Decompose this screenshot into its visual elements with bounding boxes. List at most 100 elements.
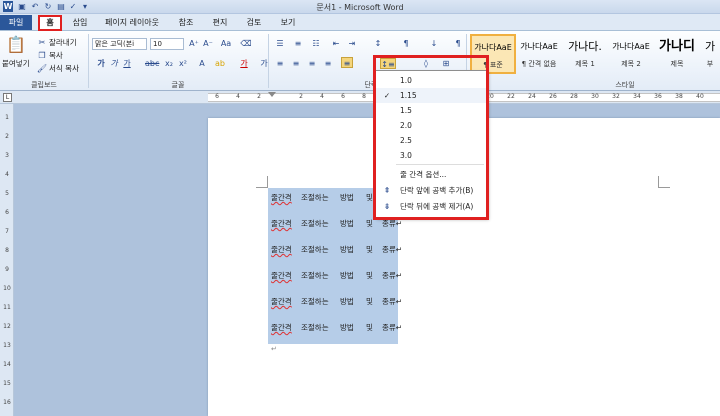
tab-references[interactable]: 참조 [172, 15, 200, 30]
ruler-tick: 2 [299, 93, 303, 100]
tab-file[interactable]: 파일 [0, 15, 32, 30]
tab-mailings[interactable]: 편지 [206, 15, 234, 30]
decrease-indent-icon[interactable]: ⇤ [330, 38, 342, 49]
margin-corner [658, 176, 670, 188]
align-right-icon[interactable]: ≡ [306, 58, 318, 69]
word: 줄간격 [271, 323, 292, 332]
bold-icon[interactable]: 가 [95, 58, 107, 69]
ruler-tick: 16 [3, 399, 11, 406]
ruler-tick: 6 [5, 209, 9, 216]
word: 조절하는 [301, 193, 329, 202]
font-size-select[interactable]: 10 [150, 38, 184, 50]
word: 종류↵ [382, 271, 403, 280]
sort-asc-icon[interactable]: ↓ [428, 38, 440, 49]
tab-page-layout[interactable]: 페이지 레이아웃 [100, 15, 164, 30]
redo-icon[interactable]: ↻ [43, 1, 53, 12]
ruler-tick: 22 [507, 93, 515, 100]
word: 및 [366, 219, 373, 228]
increase-indent-icon[interactable]: ⇥ [346, 38, 358, 49]
ruler-tick: 11 [3, 304, 11, 311]
customize-icon[interactable]: ▾ [80, 1, 90, 12]
word: 및 [366, 297, 373, 306]
highlight-icon[interactable]: ab [214, 58, 226, 69]
pilcrow-icon[interactable]: ¶ [452, 38, 464, 49]
grow-font-icon[interactable]: A⁺ [188, 38, 200, 49]
vertical-ruler[interactable]: 1 2 3 4 5 6 7 8 9 10 11 12 13 14 15 16 [0, 104, 14, 416]
justify-icon[interactable]: ≡ [322, 58, 334, 69]
ruler-tick: 15 [3, 380, 11, 387]
ruler-tick: 4 [236, 93, 240, 100]
word: 줄간격 [271, 219, 292, 228]
word: 및 [366, 245, 373, 254]
subscript-icon[interactable]: x₂ [163, 58, 175, 69]
tab-review[interactable]: 검토 [240, 15, 268, 30]
ruler-tick: 4 [5, 171, 9, 178]
style-subtitle[interactable]: 가부 [700, 34, 720, 74]
word: 및 [366, 323, 373, 332]
sort-icon[interactable]: ↕ [372, 38, 384, 49]
font-color-icon[interactable]: 가 [238, 58, 250, 69]
paste-button[interactable]: 붙여넣기 [2, 58, 30, 69]
superscript-icon[interactable]: x² [177, 58, 189, 69]
style-no-spacing[interactable]: 가나다AaE ¶ 간격 없음 [516, 34, 562, 74]
styles-group-label: 스타일 [615, 81, 635, 89]
word: 방법 [340, 323, 354, 332]
change-case-icon[interactable]: Aa [220, 38, 232, 49]
word-icon[interactable]: W [3, 1, 13, 12]
ruler-tick: 6 [215, 93, 219, 100]
bullets-icon[interactable]: ☰ [274, 38, 286, 49]
group-divider [88, 34, 89, 88]
ruler-tick: 1 [5, 114, 9, 121]
italic-icon[interactable]: 가 [108, 58, 120, 69]
cut-button[interactable]: 잘라내기 [49, 37, 77, 48]
clipboard-group-label: 클립보드 [31, 81, 57, 89]
shrink-font-icon[interactable]: A⁻ [202, 38, 214, 49]
style-heading-1[interactable]: 가나다. 제목 1 [562, 34, 608, 74]
window-title: 문서1 - Microsoft Word [316, 3, 404, 12]
undo-icon[interactable]: ↶ [30, 1, 40, 12]
word: 및 [366, 193, 373, 202]
first-indent-marker[interactable] [268, 92, 276, 98]
format-painter-button[interactable]: 서식 복사 [49, 63, 79, 74]
cut-icon: ✂ [38, 38, 46, 47]
tab-view[interactable]: 보기 [274, 15, 302, 30]
copy-button[interactable]: 복사 [49, 50, 63, 61]
word: 및 [366, 271, 373, 280]
tab-insert[interactable]: 삽입 [66, 15, 94, 30]
strikethrough-icon[interactable]: abc [145, 58, 159, 69]
tab-home[interactable]: 홈 [38, 15, 62, 31]
ruler-tick: 3 [5, 152, 9, 159]
ruler-tick: 38 [675, 93, 683, 100]
end-paragraph-mark: ↵ [271, 345, 277, 353]
word: 줄간격 [271, 271, 292, 280]
multilevel-list-icon[interactable]: ☷ [310, 38, 322, 49]
ruler-tick: 2 [5, 133, 9, 140]
margin-corner [256, 176, 268, 188]
word: 방법 [340, 219, 354, 228]
word: 조절하는 [301, 245, 329, 254]
align-center-icon[interactable]: ≡ [290, 58, 302, 69]
format-painter-icon: 🖌 [36, 64, 48, 73]
numbering-icon[interactable]: ≡ [292, 38, 304, 49]
ruler-tick: 14 [3, 361, 11, 368]
save-icon[interactable]: ▣ [17, 1, 27, 12]
word: 조절하는 [301, 297, 329, 306]
font-name-select[interactable]: 맑은 고딕(본ⅰ [92, 38, 147, 50]
distribute-icon[interactable]: ≡ [341, 57, 353, 68]
underline-icon[interactable]: 가 [121, 58, 133, 69]
style-title[interactable]: 가나디 제목 [654, 34, 700, 74]
word: 조절하는 [301, 219, 329, 228]
tab-selector-icon[interactable]: L [3, 93, 12, 102]
highlight-box [373, 55, 489, 220]
clear-format-icon[interactable]: ⌫ [240, 38, 252, 49]
align-left-icon[interactable]: ≡ [274, 58, 286, 69]
ruler-tick: 5 [5, 190, 9, 197]
ruler-tick: 10 [3, 285, 11, 292]
ruler-tick: 36 [654, 93, 662, 100]
show-marks-icon[interactable]: ¶ [400, 38, 412, 49]
text-effects-icon[interactable]: A [196, 58, 208, 69]
print-preview-icon[interactable]: ▤ [56, 1, 66, 12]
style-heading-2[interactable]: 가나다AaE 제목 2 [608, 34, 654, 74]
word: 종류↵ [382, 245, 403, 254]
spelling-icon[interactable]: ✓ [68, 1, 78, 12]
